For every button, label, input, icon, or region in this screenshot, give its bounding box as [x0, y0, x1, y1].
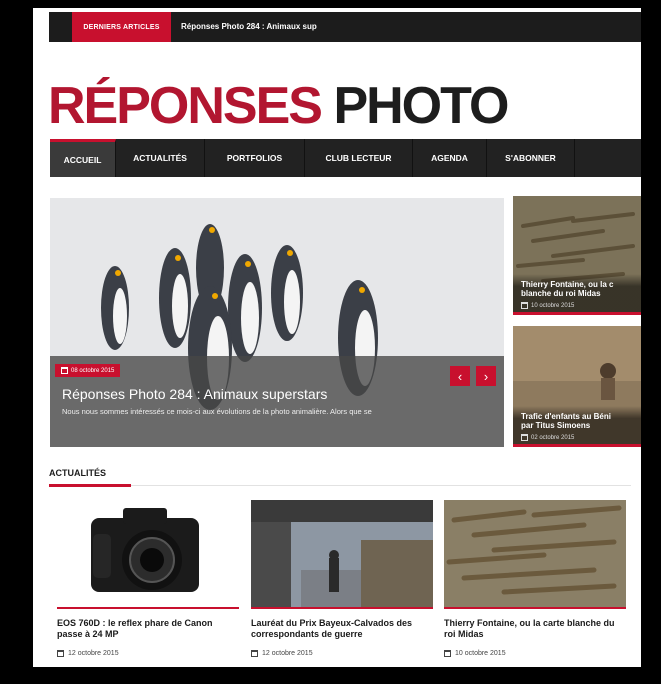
article-date-text: 10 octobre 2015	[455, 649, 506, 657]
side-card-accent-bar	[513, 312, 641, 315]
chevron-right-icon: ›	[483, 368, 489, 384]
latest-articles-ticker: DERNIERS ARTICLES Réponses Photo 284 : A…	[49, 12, 641, 42]
nav-item-portfolios[interactable]: PORTFOLIOS	[205, 139, 305, 177]
side-card-date-text: 02 octobre 2015	[531, 434, 575, 441]
article-card[interactable]: Lauréat du Prix Bayeux-Calvados des corr…	[251, 500, 433, 657]
ticker-headline-link[interactable]: Réponses Photo 284 : Animaux sup	[181, 12, 317, 42]
article-thumbnail	[251, 500, 433, 607]
hero-date-badge: 08 octobre 2015	[55, 364, 121, 377]
side-article-card[interactable]: Trafic d'enfants au Béni par Titus Simoe…	[513, 326, 641, 447]
ticker-label: DERNIERS ARTICLES	[72, 12, 171, 42]
hero-date: 08 octobre 2015	[71, 367, 115, 374]
section-divider	[131, 485, 631, 486]
hero-arrows: ‹ ›	[450, 366, 496, 386]
side-card-caption: Trafic d'enfants au Béni par Titus Simoe…	[513, 405, 641, 447]
nav-item-sabonner[interactable]: S'ABONNER	[487, 139, 575, 177]
calendar-icon	[57, 649, 64, 657]
side-card-accent-bar	[513, 444, 641, 447]
calendar-icon	[444, 649, 451, 657]
article-date: 12 octobre 2015	[57, 649, 239, 657]
site-logo[interactable]: RÉPONSES PHOTO	[48, 77, 509, 135]
article-thumbnail	[444, 500, 626, 607]
article-accent-bar	[251, 607, 433, 609]
section-underline	[49, 484, 131, 487]
side-card-date-text: 10 octobre 2015	[531, 302, 575, 309]
section-title-actualites: ACTUALITÉS	[49, 468, 106, 478]
side-article-card[interactable]: Thierry Fontaine, ou la c blanche du roi…	[513, 196, 641, 315]
article-accent-bar	[444, 607, 626, 609]
article-thumbnail	[57, 500, 239, 607]
side-card-title-line2: par Titus Simoens	[521, 421, 591, 431]
fish-image	[444, 500, 626, 607]
side-card-title-line1: Trafic d'enfants au Béni	[521, 411, 611, 421]
calendar-icon	[61, 367, 68, 374]
side-card-date: 02 octobre 2015	[521, 434, 633, 441]
article-date-text: 12 octobre 2015	[262, 649, 313, 657]
side-card-caption: Thierry Fontaine, ou la c blanche du roi…	[513, 273, 641, 315]
article-title-link[interactable]: Lauréat du Prix Bayeux-Calvados des corr…	[251, 618, 433, 641]
main-navigation: ACCUEIL ACTUALITÉS PORTFOLIOS CLUB LECTE…	[50, 139, 641, 177]
article-date-text: 12 octobre 2015	[68, 649, 119, 657]
article-date: 12 octobre 2015	[251, 649, 433, 657]
calendar-icon	[251, 649, 258, 657]
hero-caption-overlay: 08 octobre 2015 Réponses Photo 284 : Ani…	[50, 356, 504, 447]
website-page: DERNIERS ARTICLES Réponses Photo 284 : A…	[33, 8, 641, 667]
side-card-date: 10 octobre 2015	[521, 302, 633, 309]
calendar-icon	[521, 434, 528, 441]
side-card-title-line2: blanche du roi Midas	[521, 289, 601, 299]
article-title-link[interactable]: Thierry Fontaine, ou la carte blanche du…	[444, 618, 626, 641]
hero-title-link[interactable]: Réponses Photo 284 : Animaux superstars	[62, 386, 327, 402]
article-date: 10 octobre 2015	[444, 649, 626, 657]
nav-item-actualites[interactable]: ACTUALITÉS	[116, 139, 205, 177]
article-title-link[interactable]: EOS 760D : le reflex phare de Canon pass…	[57, 618, 239, 641]
war-ruins-image	[251, 500, 433, 607]
article-accent-bar	[57, 607, 239, 609]
slider-next-button[interactable]: ›	[476, 366, 496, 386]
nav-item-accueil[interactable]: ACCUEIL	[50, 139, 116, 177]
hero-excerpt: Nous nous sommes intéressés ce mois-ci a…	[62, 407, 372, 416]
article-card[interactable]: EOS 760D : le reflex phare de Canon pass…	[57, 500, 239, 657]
chevron-left-icon: ‹	[457, 368, 463, 384]
article-card[interactable]: Thierry Fontaine, ou la carte blanche du…	[444, 500, 626, 657]
calendar-icon	[521, 302, 528, 309]
camera-image	[57, 500, 239, 607]
slider-prev-button[interactable]: ‹	[450, 366, 470, 386]
side-card-title-line1: Thierry Fontaine, ou la c	[521, 279, 614, 289]
logo-part-reponses: RÉPONSES	[48, 77, 323, 135]
hero-slider[interactable]: 08 octobre 2015 Réponses Photo 284 : Ani…	[50, 198, 504, 447]
nav-item-agenda[interactable]: AGENDA	[413, 139, 487, 177]
nav-item-club-lecteur[interactable]: CLUB LECTEUR	[305, 139, 413, 177]
logo-part-photo: PHOTO	[333, 77, 509, 135]
